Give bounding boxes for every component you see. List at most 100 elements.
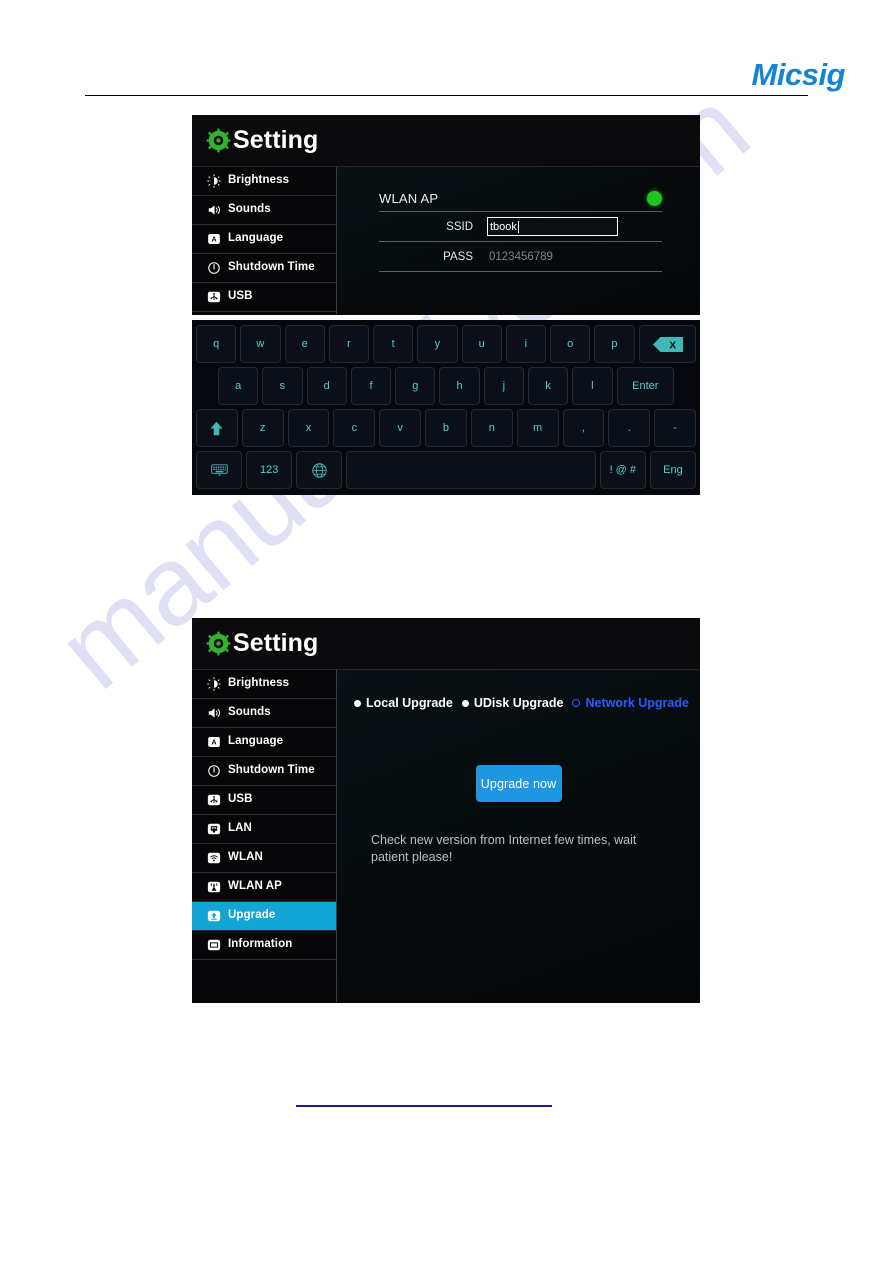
- usb-icon: [206, 793, 221, 808]
- sidebar-label: Brightness: [228, 677, 290, 690]
- sidebar-label: Information: [228, 938, 293, 951]
- numeric-key[interactable]: 123: [246, 451, 293, 489]
- sidebar-item-shutdown-time[interactable]: Shutdown Time: [192, 254, 336, 283]
- ssid-input[interactable]: tbook: [487, 217, 618, 236]
- key-y[interactable]: y: [417, 325, 458, 363]
- hide-keyboard-key[interactable]: [196, 451, 243, 489]
- sidebar-item-sounds[interactable]: Sounds: [192, 699, 336, 728]
- key-period[interactable]: .: [608, 409, 651, 447]
- key-p[interactable]: p: [594, 325, 635, 363]
- setting-window-wlan-ap: Setting Brightness Sounds A Language Shu…: [192, 115, 700, 330]
- wifi-icon: [206, 851, 221, 866]
- radio-label: Local Upgrade: [366, 696, 453, 710]
- key-l[interactable]: l: [572, 367, 613, 405]
- keyboard-row-1: q w e r t y u i o p X: [196, 325, 696, 363]
- setting-window-upgrade: Setting Brightness Sounds A Language Shu…: [192, 618, 700, 1003]
- sidebar-item-information[interactable]: Information: [192, 931, 336, 960]
- sidebar-item-language[interactable]: A Language: [192, 728, 336, 757]
- access-point-icon: [206, 880, 221, 895]
- input-language-key[interactable]: Eng: [649, 451, 697, 489]
- key-c[interactable]: c: [333, 409, 376, 447]
- keyboard-icon: [210, 463, 228, 477]
- sidebar-item-wlan[interactable]: WLAN: [192, 844, 336, 873]
- sidebar-label: Sounds: [228, 203, 271, 216]
- key-n[interactable]: n: [470, 409, 513, 447]
- micsig-logo: Micsig: [751, 57, 846, 92]
- radio-udisk-upgrade[interactable]: UDisk Upgrade: [461, 696, 563, 710]
- upgrade-now-button[interactable]: Upgrade now: [475, 765, 562, 802]
- upgrade-hint-text: Check new version from Internet few time…: [371, 833, 637, 864]
- enter-key[interactable]: Enter: [616, 367, 675, 405]
- key-t[interactable]: t: [373, 325, 414, 363]
- key-k[interactable]: k: [527, 367, 569, 405]
- window-title-bar: Setting: [192, 115, 700, 167]
- shift-key[interactable]: [196, 409, 238, 447]
- space-key[interactable]: [346, 451, 596, 489]
- key-e[interactable]: e: [284, 325, 325, 363]
- key-o[interactable]: o: [550, 325, 591, 363]
- gear-icon: [206, 128, 231, 153]
- key-h[interactable]: h: [439, 367, 480, 405]
- speaker-icon: [206, 706, 221, 721]
- key-s[interactable]: s: [262, 367, 303, 405]
- key-q[interactable]: q: [196, 325, 237, 363]
- sidebar-item-wlan-ap[interactable]: WLAN AP: [192, 873, 336, 902]
- svg-text:A: A: [211, 740, 216, 747]
- sidebar-label: Shutdown Time: [228, 261, 315, 274]
- key-w[interactable]: w: [240, 325, 281, 363]
- radio-network-upgrade[interactable]: Network Upgrade: [572, 696, 689, 710]
- key-r[interactable]: r: [328, 325, 369, 363]
- globe-language-key[interactable]: [296, 451, 343, 489]
- key-x[interactable]: x: [287, 409, 330, 447]
- key-b[interactable]: b: [425, 409, 467, 447]
- sidebar-label: LAN: [228, 822, 252, 835]
- sidebar-item-upgrade[interactable]: Upgrade: [192, 902, 336, 931]
- key-m[interactable]: m: [516, 409, 559, 447]
- key-v[interactable]: v: [379, 409, 422, 447]
- sidebar-item-language[interactable]: A Language: [192, 225, 336, 254]
- key-dash[interactable]: -: [654, 409, 696, 447]
- sidebar-item-brightness[interactable]: Brightness: [192, 167, 336, 196]
- radio-local-upgrade[interactable]: Local Upgrade: [354, 696, 453, 710]
- key-d[interactable]: d: [306, 367, 347, 405]
- sidebar-item-lan[interactable]: LAN: [192, 815, 336, 844]
- sidebar-label: Language: [228, 232, 284, 245]
- key-j[interactable]: j: [483, 367, 524, 405]
- key-a[interactable]: a: [218, 367, 259, 405]
- key-z[interactable]: z: [241, 409, 284, 447]
- footer-link-underline: [296, 1105, 552, 1107]
- key-u[interactable]: u: [461, 325, 502, 363]
- key-i[interactable]: i: [505, 325, 546, 363]
- info-monitor-icon: [206, 938, 221, 953]
- backspace-key[interactable]: X: [638, 325, 696, 363]
- settings-sidebar: Brightness Sounds A Language Shutdown Ti…: [192, 167, 337, 330]
- svg-text:A: A: [211, 237, 216, 244]
- window-title: Setting: [233, 126, 319, 154]
- key-f[interactable]: f: [350, 367, 392, 405]
- keyboard-row-2: a s d f g h j k l Enter: [196, 367, 696, 405]
- ssid-input-value: tbook: [490, 220, 517, 233]
- keyboard-row-4: 123 ! @ # Eng: [196, 451, 697, 489]
- sidebar-label: USB: [228, 290, 253, 303]
- pass-value[interactable]: 0123456789: [487, 251, 553, 263]
- symbols-key[interactable]: ! @ #: [599, 451, 646, 489]
- language-a-icon: A: [206, 232, 221, 247]
- radio-label: Network Upgrade: [585, 696, 689, 710]
- usb-icon: [206, 290, 221, 305]
- sidebar-item-usb[interactable]: USB: [192, 786, 336, 815]
- clock-power-icon: [206, 261, 221, 276]
- sidebar-item-usb[interactable]: USB: [192, 283, 336, 312]
- wlan-ap-status-led[interactable]: [647, 190, 662, 206]
- sidebar-item-brightness[interactable]: Brightness: [192, 670, 336, 699]
- onscreen-keyboard: q w e r t y u i o p X a s d f g h j k l …: [192, 320, 700, 495]
- sidebar-item-shutdown-time[interactable]: Shutdown Time: [192, 757, 336, 786]
- ssid-label: SSID: [446, 220, 473, 233]
- speaker-icon: [206, 203, 221, 218]
- brightness-icon: [206, 677, 221, 692]
- sidebar-item-sounds[interactable]: Sounds: [192, 196, 336, 225]
- key-g[interactable]: g: [395, 367, 436, 405]
- window-title: Setting: [233, 629, 319, 657]
- key-comma[interactable]: ,: [562, 409, 605, 447]
- manual-page: manualshive.com Micsig: [0, 0, 893, 1263]
- brightness-icon: [206, 174, 221, 189]
